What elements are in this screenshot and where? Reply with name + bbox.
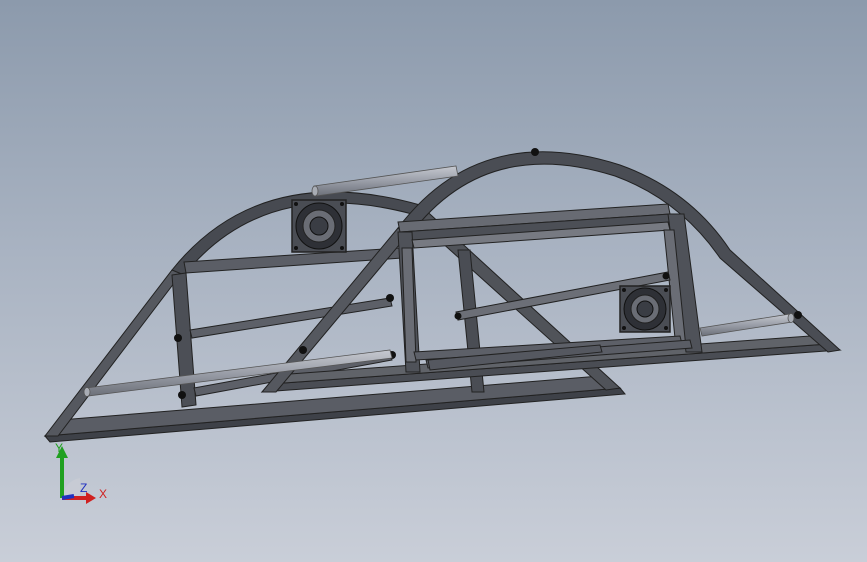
z-axis-label: Z bbox=[80, 481, 87, 495]
rear-crossbar-mid[interactable] bbox=[189, 297, 393, 339]
z-axis-line bbox=[61, 494, 75, 500]
y-axis-label: Y bbox=[55, 441, 63, 455]
x-axis-label: X bbox=[99, 487, 107, 501]
graphics-viewport[interactable]: Y X Z bbox=[0, 0, 867, 562]
orientation-triad: Y X Z bbox=[55, 441, 107, 504]
x-axis-arrow bbox=[86, 492, 96, 504]
fan-right[interactable] bbox=[619, 285, 671, 333]
truss-frame-model[interactable] bbox=[0, 0, 867, 562]
rod-lower-right[interactable] bbox=[699, 313, 793, 337]
fan-left[interactable] bbox=[291, 199, 347, 253]
